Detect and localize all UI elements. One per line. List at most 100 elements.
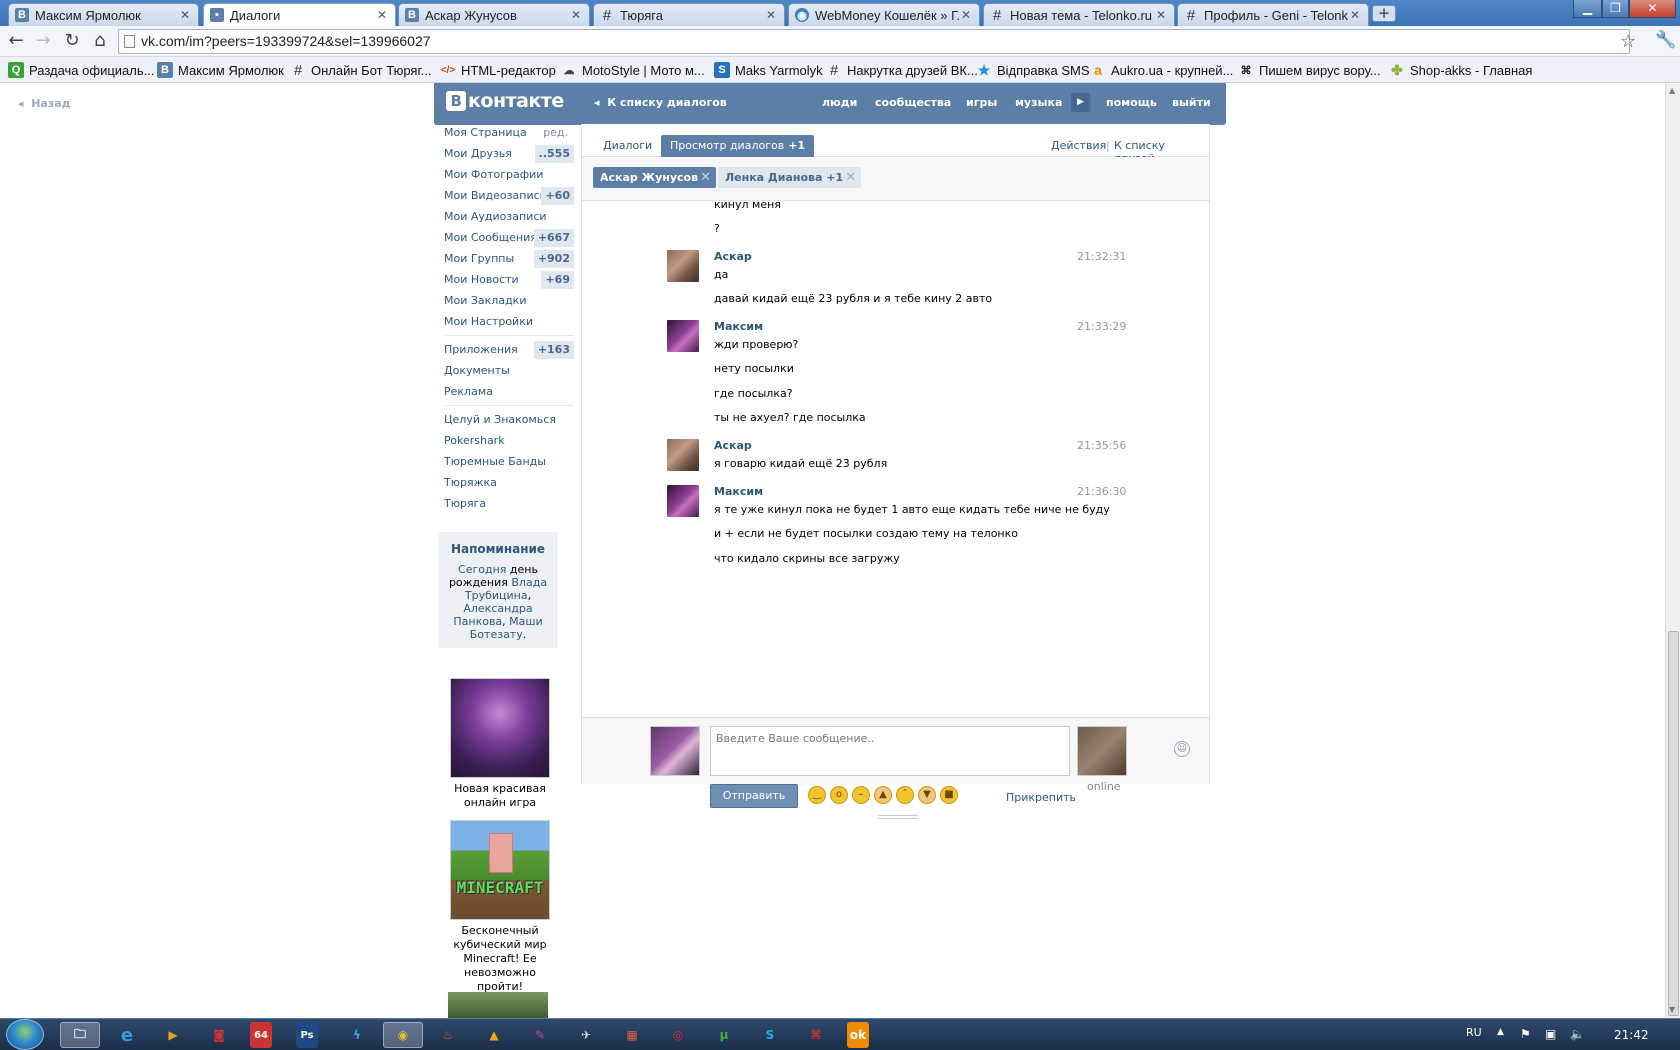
network-icon[interactable]: ▣: [1545, 1027, 1556, 1041]
avatar[interactable]: [667, 439, 699, 471]
my-avatar[interactable]: [650, 726, 700, 776]
fire-taskbar-icon[interactable]: ♨: [433, 1022, 463, 1048]
ad-image[interactable]: MINECRAFT: [450, 820, 550, 920]
bookmark-item[interactable]: ⌘ Пишем вирус вору...: [1238, 61, 1381, 79]
menu-my-page[interactable]: Моя Страница ред.: [444, 123, 574, 143]
author-name[interactable]: Аскар: [714, 250, 752, 263]
bookmark-item[interactable]: a Aukro.ua - крупней...: [1090, 61, 1233, 79]
ad-text[interactable]: Новая красивая онлайн игра: [446, 782, 554, 810]
clock[interactable]: 21:42: [1614, 1028, 1649, 1042]
menu-app-turyaga[interactable]: Тюряга: [444, 494, 574, 514]
tab-webmoney[interactable]: ◉ WebMoney Кошелёк » Гла ✕: [788, 3, 980, 26]
bookmark-item[interactable]: </> HTML-редактор: [440, 61, 556, 79]
language-indicator[interactable]: RU: [1466, 1026, 1482, 1039]
send-button[interactable]: Отправить: [710, 784, 798, 808]
scroll-down-icon[interactable]: ▼: [1669, 1005, 1675, 1014]
forward-arrow-icon[interactable]: →: [32, 30, 54, 52]
ie-taskbar-icon[interactable]: e: [112, 1022, 142, 1048]
vk-logo[interactable]: Вконтакте: [446, 90, 564, 112]
bookmark-item[interactable]: Q Раздача официаль...: [8, 61, 154, 79]
chrome-taskbar-icon[interactable]: ◉: [383, 1022, 423, 1048]
thumbs-down-icon[interactable]: ▼: [918, 786, 936, 804]
close-icon[interactable]: ✕: [1154, 8, 1168, 22]
tray-expand-icon[interactable]: ▲: [1497, 1027, 1504, 1037]
utorrent-taskbar-icon[interactable]: µ: [709, 1022, 739, 1048]
thumbs-up-icon[interactable]: ▲: [874, 786, 892, 804]
avatar[interactable]: [667, 250, 699, 282]
address-bar[interactable]: vk.com/im?peers=193399724&sel=139966027: [118, 29, 1630, 54]
menu-documents[interactable]: Документы: [444, 361, 574, 381]
menu-app-pokershark[interactable]: Pokershark: [444, 431, 574, 451]
scroll-up-icon[interactable]: ▲: [1669, 86, 1675, 95]
edit-link[interactable]: ред.: [543, 123, 568, 143]
message-input[interactable]: Введите Ваше сообщение.. ☺: [710, 726, 1190, 776]
close-icon[interactable]: ✕: [959, 8, 973, 22]
page-scrollbar[interactable]: ▲ ▼: [1665, 83, 1680, 1018]
odnoklassniki-taskbar-icon[interactable]: ok: [847, 1022, 869, 1048]
wrench-icon[interactable]: 🔧: [1655, 30, 1676, 50]
ad-block[interactable]: Новая красивая онлайн игра: [446, 678, 554, 810]
flag-icon[interactable]: ⚑: [1520, 1027, 1531, 1041]
nav-help[interactable]: помощь: [1106, 96, 1157, 109]
window-close-button[interactable]: ✕: [1629, 0, 1676, 18]
to-dialogs-list-link[interactable]: ◂ К списку диалогов: [594, 96, 727, 109]
author-name[interactable]: Максим: [714, 320, 763, 333]
close-icon[interactable]: ✕: [178, 8, 192, 22]
lightning-taskbar-icon[interactable]: ϟ: [342, 1022, 372, 1048]
reload-icon[interactable]: ↻: [61, 30, 83, 52]
close-icon[interactable]: ✕: [569, 8, 583, 22]
winrar-taskbar-icon[interactable]: ▦: [617, 1022, 647, 1048]
tab-telonko-new[interactable]: # Новая тема - Telonko.ru ✕: [983, 3, 1175, 26]
nav-music[interactable]: музыка: [1015, 96, 1062, 109]
close-icon[interactable]: ✕: [764, 8, 778, 22]
menu-videos[interactable]: Мои Видеозаписи +60: [444, 186, 574, 206]
emoji-smirk-icon[interactable]: ‿: [808, 786, 826, 804]
minimize-button[interactable]: ▁: [1573, 0, 1602, 18]
menu-messages[interactable]: Мои Сообщения +667: [444, 228, 574, 248]
home-icon[interactable]: ⌂: [89, 30, 111, 52]
tab-dialogs[interactable]: Диалоги: [594, 135, 661, 157]
close-icon[interactable]: ✕: [375, 8, 389, 22]
menu-news[interactable]: Мои Новости +69: [444, 270, 574, 290]
menu-app-kiss[interactable]: Целуй и Знакомься: [444, 410, 574, 430]
menu-settings[interactable]: Мои Настройки: [444, 312, 574, 332]
menu-groups[interactable]: Мои Группы +902: [444, 249, 574, 269]
ad-image[interactable]: [448, 992, 548, 1018]
attach-link[interactable]: Прикрепить: [1006, 791, 1076, 804]
peer-chip[interactable]: Аскар Жунусов ✕: [593, 167, 717, 188]
avatar[interactable]: [667, 320, 699, 352]
tab-telonko-profile[interactable]: # Профиль - Geni - Telonko. ✕: [1177, 3, 1369, 26]
close-icon[interactable]: ✕: [1348, 8, 1362, 22]
tab-maksim[interactable]: B Максим Ярмолюк ✕: [8, 3, 199, 26]
new-tab-button[interactable]: +: [1372, 5, 1396, 22]
emoji-sunglasses-icon[interactable]: ■: [940, 786, 958, 804]
tab-turyaga[interactable]: # Тюряга ✕: [593, 3, 785, 26]
menu-friends[interactable]: Мои Друзья ..555: [444, 144, 574, 164]
ad-text[interactable]: Бесконечный кубический мир Minecraft! Ее…: [446, 924, 554, 994]
author-name[interactable]: Аскар: [714, 439, 752, 452]
tab-askar[interactable]: B Аскар Жунусов ✕: [398, 3, 590, 26]
message-history[interactable]: кинул меня ? Аскар 21:32:31 да давай кид…: [582, 202, 1209, 717]
maximize-button[interactable]: ❐: [1602, 0, 1629, 18]
menu-app-gangs[interactable]: Тюремные Банды: [444, 452, 574, 472]
bookmark-item[interactable]: ★ Відправка SMS: [976, 61, 1090, 79]
bookmark-item[interactable]: # Онлайн Бот Тюряг...: [290, 61, 432, 79]
plane-taskbar-icon[interactable]: ✈: [571, 1022, 601, 1048]
photoshop-taskbar-icon[interactable]: Ps: [296, 1022, 318, 1048]
pdf-taskbar-icon[interactable]: ◙: [204, 1022, 234, 1048]
tab-dialogs[interactable]: ▪ Диалоги ✕: [203, 3, 396, 26]
emoji-kiss-icon[interactable]: ˆ: [896, 786, 914, 804]
volume-icon[interactable]: 🔈: [1570, 1027, 1585, 1041]
bookmark-item[interactable]: # Накрутка друзей ВК...: [826, 61, 978, 79]
menu-ads[interactable]: Реклама: [444, 382, 574, 402]
bookmark-item[interactable]: B Максим Ярмолюк: [157, 61, 284, 79]
nav-people[interactable]: люди: [822, 96, 857, 109]
menu-bookmarks[interactable]: Мои Закладки: [444, 291, 574, 311]
close-icon[interactable]: ✕: [700, 167, 711, 188]
close-icon[interactable]: ✕: [845, 167, 856, 188]
start-button[interactable]: [6, 1019, 44, 1050]
menu-apps[interactable]: Приложения +163: [444, 340, 574, 360]
ad-block[interactable]: MINECRAFT Бесконечный кубический мир Min…: [446, 820, 554, 994]
menu-audio[interactable]: Мои Аудиозаписи: [444, 207, 574, 227]
nav-logout[interactable]: выйти: [1172, 96, 1211, 109]
